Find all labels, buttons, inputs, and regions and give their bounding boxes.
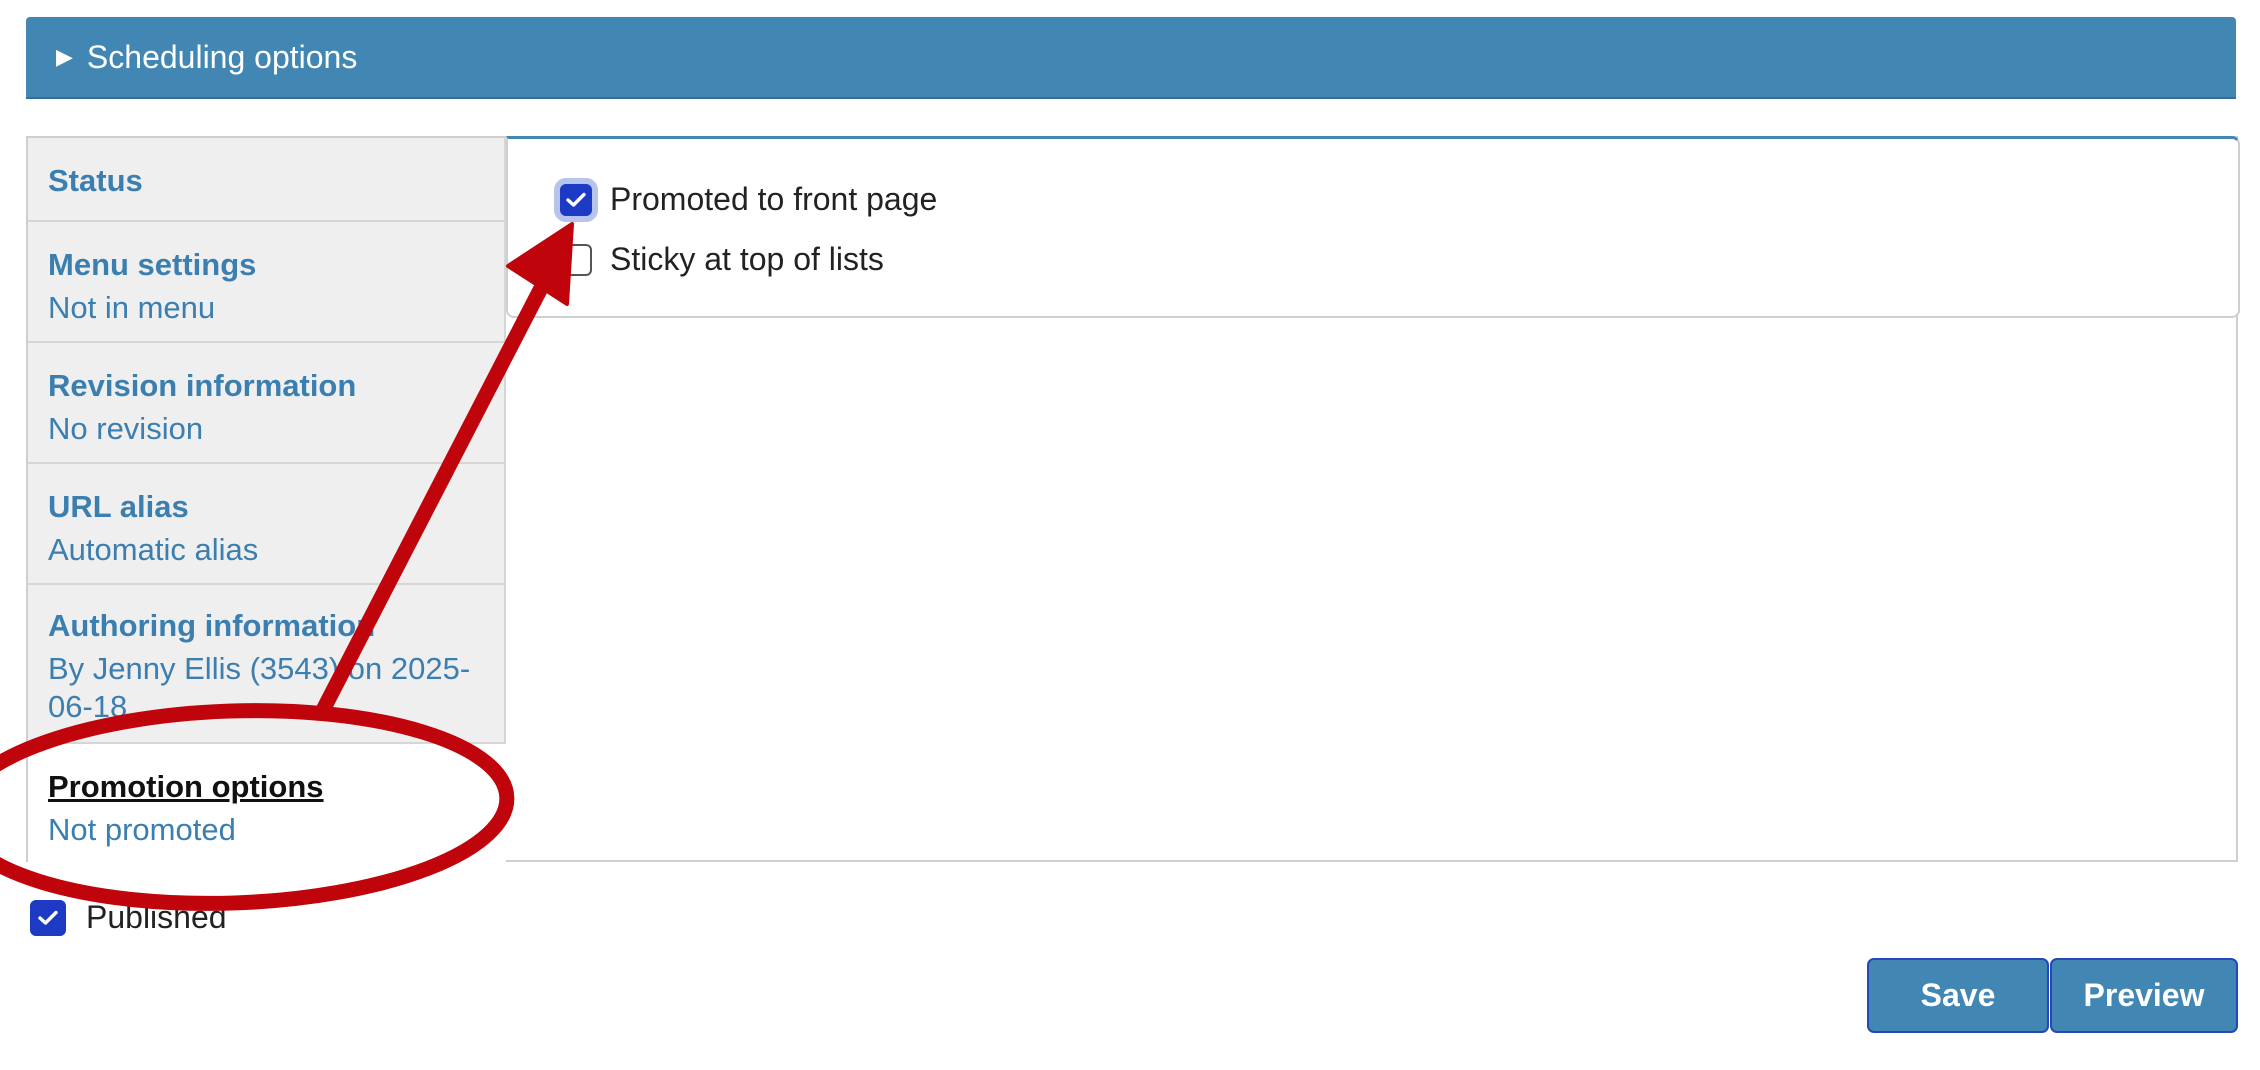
sticky-option[interactable]: Sticky at top of lists <box>560 241 884 278</box>
tab-status[interactable]: Status <box>28 138 506 222</box>
tab-summary: Not promoted <box>48 812 236 847</box>
triangle-right-icon: ▶ <box>56 44 73 69</box>
check-icon <box>38 910 58 925</box>
tab-summary: Automatic alias <box>48 532 259 567</box>
scheduling-options-label: Scheduling options <box>86 38 358 75</box>
check-icon <box>566 192 586 207</box>
tab-summary: Not in menu <box>48 290 216 325</box>
vertical-tabs-menu: Status Menu settings Not in menu Revisio… <box>28 138 506 865</box>
published-option[interactable]: Published <box>30 899 227 936</box>
tab-menu-settings[interactable]: Menu settings Not in menu <box>28 222 506 343</box>
tab-summary: No revision <box>48 411 204 446</box>
sticky-label: Sticky at top of lists <box>610 241 884 277</box>
sticky-checkbox[interactable] <box>560 243 592 276</box>
scheduling-options-toggle[interactable]: ▶ Scheduling options <box>26 17 2236 99</box>
published-checkbox[interactable] <box>30 899 66 936</box>
tab-url-alias[interactable]: URL alias Automatic alias <box>28 464 506 585</box>
promotion-options-pane: Promoted to front page Sticky at top of … <box>506 136 2240 318</box>
published-label: Published <box>86 899 227 935</box>
vertical-tabs: Status Menu settings Not in menu Revisio… <box>26 136 2240 865</box>
promoted-option[interactable]: Promoted to front page <box>560 181 937 218</box>
tab-title: Promotion options <box>48 769 324 804</box>
tab-summary: By Jenny Ellis (3543) on 2025-06-18 <box>48 651 471 724</box>
tab-authoring-information[interactable]: Authoring information By Jenny Ellis (35… <box>28 585 506 744</box>
tab-title: Authoring information <box>48 608 376 643</box>
tab-revision-information[interactable]: Revision information No revision <box>28 343 506 464</box>
tab-title: Menu settings <box>48 247 257 282</box>
tab-title: Status <box>48 163 143 198</box>
save-button[interactable]: Save <box>1867 958 2049 1033</box>
promoted-label: Promoted to front page <box>610 181 938 217</box>
tab-promotion-options[interactable]: Promotion options Not promoted <box>28 744 506 865</box>
tab-title: Revision information <box>48 368 357 403</box>
promoted-checkbox[interactable] <box>560 183 592 216</box>
preview-button[interactable]: Preview <box>2050 958 2238 1033</box>
tab-title: URL alias <box>48 489 189 524</box>
